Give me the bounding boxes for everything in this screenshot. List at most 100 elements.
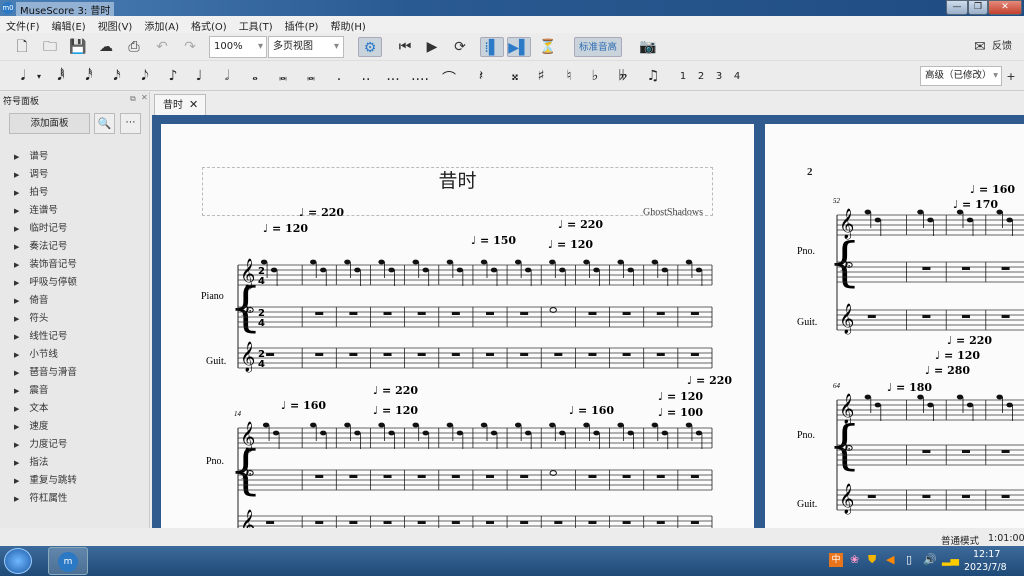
new-file-icon[interactable]: 🗋 xyxy=(12,37,32,57)
duration-4-icon[interactable]: ♪ xyxy=(164,68,182,84)
voice-3-button[interactable]: 3 xyxy=(710,71,728,82)
palette-item[interactable]: ▶ 文本 xyxy=(14,400,48,414)
rest-icon[interactable]: 𝄽 xyxy=(472,68,490,84)
palette-item[interactable]: ▶ 符头 xyxy=(14,310,48,324)
undo-icon[interactable]: ↶ xyxy=(152,37,172,57)
network-icon[interactable]: ▂▄ xyxy=(942,553,959,566)
volume-icon[interactable]: 🔊 xyxy=(923,553,937,566)
cloud-upload-icon[interactable]: ☁ xyxy=(96,37,116,57)
shield-icon[interactable]: ⛊ xyxy=(868,553,876,567)
palette-item[interactable]: ▶ 指法 xyxy=(14,454,48,468)
more-options-button[interactable]: ⋯ xyxy=(120,113,141,134)
palette-item[interactable]: ▶ 谱号 xyxy=(14,148,48,162)
clock-date[interactable]: 2023/7/8 xyxy=(964,562,1007,573)
taskbar-musescore[interactable]: m xyxy=(48,547,88,575)
accidental-2-icon[interactable]: ♮ xyxy=(560,68,578,84)
search-palette-button[interactable]: 🔍 xyxy=(94,113,115,134)
view-mode-combo[interactable]: 多页视图 ▾ xyxy=(268,36,344,58)
restore-button[interactable]: ❐ xyxy=(968,0,988,15)
duration-9-icon[interactable]: 𝅜 xyxy=(302,68,320,84)
palette-item[interactable]: ▶ 临时记号 xyxy=(14,220,67,234)
save-icon[interactable]: 💾 xyxy=(68,37,88,57)
whole-rest xyxy=(962,315,970,318)
metronome-icon[interactable]: ⏳ xyxy=(538,37,558,57)
palette-item[interactable]: ▶ 连谱号 xyxy=(14,202,58,216)
score-canvas[interactable]: 昔时 GhostShadows {𝄞 2 4 𝄢 2 4 𝄞 2 4 Piano Guit.{𝄞 𝄢 𝄞… xyxy=(152,115,1024,528)
play-icon[interactable]: ▶ xyxy=(422,37,442,57)
duration-7-icon[interactable]: 𝅝 xyxy=(246,68,264,84)
accidental-1-icon[interactable]: ♯ xyxy=(532,68,550,84)
whole-rest xyxy=(656,353,665,356)
dot-icon[interactable]: . xyxy=(330,68,348,84)
float-icon[interactable]: ⧉ xyxy=(130,94,136,104)
add-workspace-button[interactable]: + xyxy=(1004,70,1018,83)
palette-item-label: 调号 xyxy=(29,169,49,180)
dot-icon[interactable]: ... xyxy=(384,68,402,84)
chevron-down-icon[interactable]: ▾ xyxy=(34,72,44,81)
palette-item[interactable]: ▶ 震音 xyxy=(14,382,48,396)
palette-item[interactable]: ▶ 力度记号 xyxy=(14,436,67,450)
camera-icon[interactable]: 📷 xyxy=(638,37,658,57)
feedback-button[interactable]: 反馈 xyxy=(992,37,1012,57)
tie-icon[interactable]: ⌒ xyxy=(440,68,458,88)
open-folder-icon[interactable]: 🗀 xyxy=(40,37,60,57)
duration-0-icon[interactable]: 𝅘𝅥𝅱 xyxy=(52,68,70,84)
duration-3-icon[interactable]: 𝅘𝅥𝅮 xyxy=(136,68,154,84)
accidental-4-icon[interactable]: 𝄫 xyxy=(614,68,632,84)
ime-indicator[interactable]: 中 xyxy=(829,553,843,567)
voice-2-button[interactable]: 2 xyxy=(692,71,710,82)
print-icon[interactable]: ⎙ xyxy=(124,37,144,57)
tray-app-icon[interactable]: ❀ xyxy=(850,553,859,566)
close-panel-icon[interactable]: ✕ xyxy=(141,93,148,102)
close-tab-icon[interactable]: ✕ xyxy=(189,98,198,111)
redo-icon[interactable]: ↷ xyxy=(180,37,200,57)
palette-item[interactable]: ▶ 琶音与滑音 xyxy=(14,364,77,378)
add-palette-button[interactable]: 添加面板 xyxy=(9,113,90,134)
flip-direction-icon[interactable]: ♫ xyxy=(644,68,662,84)
accidental-0-icon[interactable]: 𝄪 xyxy=(506,68,524,84)
midi-input-icon[interactable]: ⚙ xyxy=(358,37,382,57)
workspace-combo[interactable]: 高级（已修改） ▾ xyxy=(920,66,1002,86)
duration-1-icon[interactable]: 𝅘𝅥𝅰 xyxy=(80,68,98,84)
dot-icon[interactable]: .. xyxy=(357,68,375,84)
tab-score[interactable]: 昔时 ✕ xyxy=(154,94,206,115)
palette-item[interactable]: ▶ 线性记号 xyxy=(14,328,67,342)
note-head xyxy=(344,259,351,265)
speaker-alert-icon[interactable]: ◀ xyxy=(886,553,894,566)
voice-1-button[interactable]: 1 xyxy=(674,71,692,82)
loop-start-icon[interactable]: ⁞▌ xyxy=(480,37,504,57)
palette-item[interactable]: ▶ 调号 xyxy=(14,166,48,180)
zoom-combo[interactable]: 100% ▾ xyxy=(209,36,267,58)
whole-rest xyxy=(486,475,494,478)
palette-item[interactable]: ▶ 符杠属性 xyxy=(14,490,67,504)
start-button[interactable] xyxy=(4,548,32,574)
expand-arrow-icon: ▶ xyxy=(14,459,20,467)
tempo-marking: ♩ = 220 xyxy=(558,218,603,231)
close-window-button[interactable]: ✕ xyxy=(988,0,1022,15)
duration-6-icon[interactable]: 𝅗𝅥 xyxy=(218,68,236,84)
note-input-icon[interactable]: 𝅘𝅥 xyxy=(14,68,32,84)
rewind-icon[interactable]: ⏮ xyxy=(395,37,415,57)
minimize-button[interactable]: — xyxy=(946,0,968,15)
concert-pitch-button[interactable]: 标准音高 xyxy=(574,37,622,57)
palette-item[interactable]: ▶ 装饰音记号 xyxy=(14,256,77,270)
palette-item[interactable]: ▶ 小节线 xyxy=(14,346,58,360)
duration-5-icon[interactable]: ♩ xyxy=(190,68,208,84)
accidental-3-icon[interactable]: ♭ xyxy=(586,68,604,84)
palette-item[interactable]: ▶ 奏法记号 xyxy=(14,238,67,252)
duration-2-icon[interactable]: 𝅘𝅥𝅯 xyxy=(108,68,126,84)
clock-time[interactable]: 12:17 xyxy=(973,549,1000,560)
palette-item[interactable]: ▶ 呼吸与停顿 xyxy=(14,274,77,288)
loop-end-icon[interactable]: ▶▌ xyxy=(507,37,531,57)
envelope-icon[interactable]: ✉ xyxy=(970,37,990,57)
loop-icon[interactable]: ⟳ xyxy=(450,37,470,57)
palette-item[interactable]: ▶ 重复与跳转 xyxy=(14,472,77,486)
palette-item[interactable]: ▶ 速度 xyxy=(14,418,48,432)
dot-icon[interactable]: .... xyxy=(411,68,429,84)
palette-item[interactable]: ▶ 拍号 xyxy=(14,184,48,198)
palette-title: 符号面板 xyxy=(3,97,40,107)
duration-8-icon[interactable]: 𝅜 xyxy=(274,68,292,84)
palette-item[interactable]: ▶ 倚音 xyxy=(14,292,48,306)
power-icon[interactable]: ▯ xyxy=(906,553,912,566)
voice-4-button[interactable]: 4 xyxy=(728,71,746,82)
